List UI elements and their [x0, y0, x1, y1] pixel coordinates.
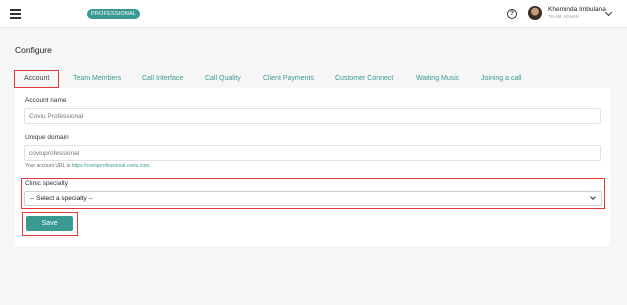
user-role: TEAM ADMIN — [548, 14, 580, 19]
tab-customer-connect[interactable]: Customer Connect — [335, 70, 393, 88]
page-title: Configure — [15, 45, 52, 55]
user-name[interactable]: Kheminda Imbulana — [548, 6, 606, 13]
account-url-helper: Your account URL is https://coviuprofess… — [25, 163, 151, 169]
tab-team-members[interactable]: Team Members — [73, 70, 121, 88]
tab-call-quality[interactable]: Call Quality — [205, 70, 241, 88]
tab-call-interface[interactable]: Call Interface — [142, 70, 183, 88]
chevron-down-icon[interactable] — [604, 8, 613, 17]
account-url-link[interactable]: https://coviuprofessional.coviu.com — [72, 163, 150, 169]
unique-domain-label: Unique domain — [25, 134, 69, 141]
clinic-specialty-select[interactable]: -- Select a specialty -- — [24, 191, 602, 206]
top-bar: PROFESSIONAL ? Kheminda Imbulana TEAM AD… — [0, 0, 627, 28]
helper-suffix: . — [149, 163, 151, 169]
avatar[interactable] — [528, 6, 542, 20]
account-name-label: Account name — [25, 97, 67, 104]
help-icon[interactable]: ? — [507, 9, 517, 19]
tab-joining-a-call[interactable]: Joining a call — [481, 70, 521, 88]
plan-badge: PROFESSIONAL — [87, 9, 141, 19]
clinic-specialty-label: Clinic specialty — [25, 180, 68, 187]
tab-waiting-music[interactable]: Waiting Music — [416, 70, 459, 88]
tab-client-payments[interactable]: Client Payments — [263, 70, 314, 88]
account-name-field[interactable] — [24, 108, 601, 124]
chevron-down-icon — [590, 194, 596, 200]
helper-prefix: Your account URL is — [25, 163, 72, 169]
clinic-specialty-selected-value: -- Select a specialty -- — [30, 195, 93, 202]
unique-domain-field[interactable] — [24, 145, 601, 161]
tab-account[interactable]: Account — [14, 70, 60, 88]
hamburger-menu-icon[interactable] — [10, 9, 21, 19]
save-button[interactable]: Save — [26, 216, 73, 231]
